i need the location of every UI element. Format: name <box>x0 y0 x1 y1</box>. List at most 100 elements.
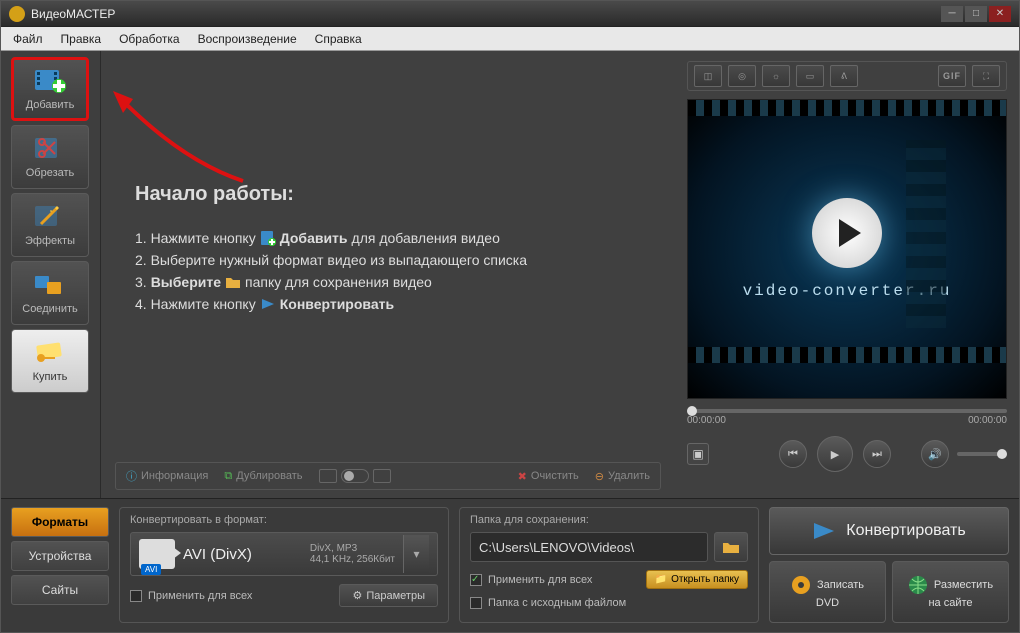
save-apply-all-label: Применить для всех <box>488 574 592 586</box>
sidebar-trim-button[interactable]: Обрезать <box>11 125 89 189</box>
chevron-down-icon: ▾ <box>403 535 429 573</box>
speed-tool-button[interactable]: ᕕ <box>830 65 858 87</box>
output-tabs: Форматы Устройства Сайты <box>11 507 109 623</box>
sidebar-add-label: Добавить <box>26 99 75 111</box>
view-toggle[interactable] <box>319 469 391 483</box>
save-same-folder-checkbox[interactable] <box>470 597 482 609</box>
next-button[interactable]: ⏭ <box>863 440 891 468</box>
duplicate-button[interactable]: ⧉Дублировать <box>224 470 302 483</box>
getstarted-title: Начало работы: <box>135 183 661 206</box>
save-apply-all-checkbox[interactable] <box>470 574 482 586</box>
main-area: Начало работы: 1. Нажмите кнопку Добавит… <box>101 51 675 498</box>
time-current: 00:00:00 <box>687 415 726 426</box>
delete-button[interactable]: ⊖Удалить <box>595 470 650 483</box>
folder-icon <box>225 274 241 290</box>
getstarted-line-1: 1. Нажмите кнопку Добавить для добавлени… <box>135 230 661 246</box>
volume-slider[interactable] <box>957 452 1007 456</box>
enhance-tool-button[interactable]: ◎ <box>728 65 756 87</box>
format-apply-all-checkbox[interactable] <box>130 590 142 602</box>
timeline <box>687 409 1007 413</box>
bottom-panel: Форматы Устройства Сайты Конвертировать … <box>1 499 1019 631</box>
sidebar-join-label: Соединить <box>22 303 78 315</box>
menu-help[interactable]: Справка <box>315 32 362 46</box>
trim-tool-button[interactable]: ▭ <box>796 65 824 87</box>
titlebar: ВидеоМАСТЕР ─ □ ✕ <box>1 1 1019 27</box>
close-button[interactable]: ✕ <box>989 6 1011 22</box>
sidebar-trim-label: Обрезать <box>26 167 75 179</box>
sidebar: Добавить Обрезать Эффекты Соединить <box>1 51 101 498</box>
format-detail-1: DivX, MP3 <box>310 543 395 554</box>
sidebar-join-button[interactable]: Соединить <box>11 261 89 325</box>
window-title: ВидеоМАСТЕР <box>31 7 941 21</box>
format-label: Конвертировать в формат: <box>130 514 438 526</box>
menu-file[interactable]: Файл <box>13 32 43 46</box>
save-path-input[interactable]: C:\Users\LENOVO\Videos\ <box>470 532 708 562</box>
wand-icon <box>32 203 68 231</box>
format-badge: AVI <box>141 564 161 575</box>
folder-icon: 📁 <box>655 574 667 585</box>
sidebar-buy-button[interactable]: Купить <box>11 329 89 393</box>
film-add-icon <box>260 230 276 246</box>
play-overlay-icon <box>812 198 882 268</box>
fullscreen-button[interactable]: ⛶ <box>972 65 1000 87</box>
filmstrip-decoration-side <box>906 140 946 328</box>
filmstrip-decoration-bottom <box>688 347 1006 363</box>
minimize-button[interactable]: ─ <box>941 6 963 22</box>
save-label: Папка для сохранения: <box>470 514 748 526</box>
browse-folder-button[interactable] <box>714 532 748 562</box>
menu-play[interactable]: Воспроизведение <box>198 32 297 46</box>
menu-edit[interactable]: Правка <box>61 32 102 46</box>
getstarted-line-4: 4. Нажмите кнопку Конвертировать <box>135 296 661 312</box>
convert-panel: Конвертировать Записать DVD Разместить н… <box>769 507 1009 623</box>
burn-dvd-button[interactable]: Записать DVD <box>769 561 886 623</box>
volume-button[interactable]: 🔊 <box>921 440 949 468</box>
crop-tool-button[interactable]: ◫ <box>694 65 722 87</box>
format-panel: Конвертировать в формат: AVI AVI (DivX) … <box>119 507 449 623</box>
clear-button[interactable]: ✖Очистить <box>518 470 579 483</box>
gear-icon: ⚙ <box>352 589 362 602</box>
snapshot-button[interactable]: ▣ <box>687 443 709 465</box>
globe-icon <box>908 575 928 595</box>
grid-view-icon <box>373 469 391 483</box>
menubar: Файл Правка Обработка Воспроизведение Сп… <box>1 27 1019 51</box>
play-button[interactable]: ▶ <box>817 436 853 472</box>
getstarted-line-3: 3. Выберите папку для сохранения видео <box>135 274 661 290</box>
scissors-icon <box>32 135 68 163</box>
prev-button[interactable]: ⏮ <box>779 440 807 468</box>
list-view-icon <box>319 469 337 483</box>
sidebar-effects-label: Эффекты <box>25 235 75 247</box>
seek-slider[interactable] <box>687 409 1007 413</box>
save-panel: Папка для сохранения: C:\Users\LENOVO\Vi… <box>459 507 759 623</box>
menu-process[interactable]: Обработка <box>119 32 180 46</box>
publish-online-button[interactable]: Разместить на сайте <box>892 561 1009 623</box>
tab-formats[interactable]: Форматы <box>11 507 109 537</box>
time-total: 00:00:00 <box>968 415 1007 426</box>
format-apply-all-label: Применить для всех <box>148 590 252 602</box>
tab-devices[interactable]: Устройства <box>11 541 109 571</box>
info-button[interactable]: ⓘИнформация <box>126 468 208 484</box>
film-add-icon <box>32 67 68 95</box>
getstarted-line-2: 2. Выберите нужный формат видео из выпад… <box>135 252 661 268</box>
ticket-key-icon <box>32 339 68 367</box>
tab-sites[interactable]: Сайты <box>11 575 109 605</box>
play-arrow-icon <box>260 296 276 312</box>
filmstrip-decoration-top <box>688 100 1006 116</box>
parameters-button[interactable]: ⚙ Параметры <box>339 584 438 607</box>
join-icon <box>32 271 68 299</box>
gif-button[interactable]: GIF <box>938 65 966 87</box>
save-same-folder-label: Папка с исходным файлом <box>488 597 626 609</box>
folder-open-icon <box>722 540 740 554</box>
play-controls: ▣ ⏮ ▶ ⏭ 🔊 <box>687 436 1007 472</box>
maximize-button[interactable]: □ <box>965 6 987 22</box>
format-dropdown[interactable]: AVI AVI (DivX) DivX, MP3 44,1 KHz, 256Кб… <box>130 532 438 576</box>
app-logo-icon <box>9 6 25 22</box>
play-arrow-icon <box>812 521 836 541</box>
brightness-tool-button[interactable]: ☼ <box>762 65 790 87</box>
disc-icon <box>791 575 811 595</box>
sidebar-add-button[interactable]: Добавить <box>11 57 89 121</box>
sidebar-effects-button[interactable]: Эффекты <box>11 193 89 257</box>
open-folder-button[interactable]: 📁 Открыть папку <box>646 570 748 589</box>
video-viewport[interactable]: video-converter.ru <box>687 99 1007 399</box>
convert-button[interactable]: Конвертировать <box>769 507 1009 555</box>
preview-toolbar: ◫ ◎ ☼ ▭ ᕕ GIF ⛶ <box>687 61 1007 91</box>
